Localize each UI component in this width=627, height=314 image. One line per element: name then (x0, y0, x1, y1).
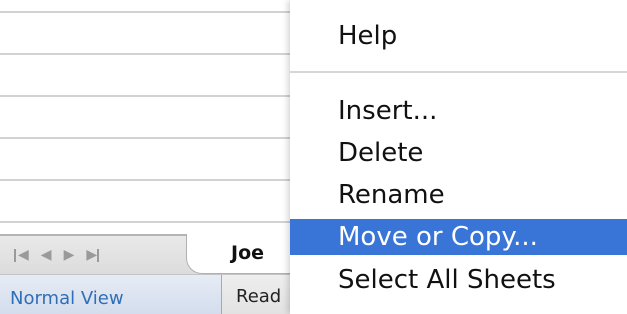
grid-row-line (0, 221, 290, 223)
first-sheet-icon[interactable]: ◀ (12, 248, 29, 262)
last-sheet-icon[interactable]: ▶ (86, 248, 101, 262)
menu-item-insert[interactable]: Insert... (290, 93, 627, 129)
normal-view-button[interactable]: Normal View (0, 275, 222, 314)
sheet-tab-bar: ◀ ◀ ▶ ▶ Joe (0, 234, 290, 274)
menu-item-help[interactable]: Help (290, 18, 627, 54)
grid-row-line (0, 137, 290, 139)
status-bar: Normal View Read (0, 274, 290, 314)
status-text: Read (236, 286, 282, 307)
grid-row-line (0, 11, 290, 13)
menu-item-delete[interactable]: Delete (290, 135, 627, 171)
menu-item-select-all-sheets[interactable]: Select All Sheets (290, 262, 627, 298)
sheet-navigation: ◀ ◀ ▶ ▶ (0, 236, 178, 274)
previous-sheet-icon[interactable]: ◀ (41, 248, 52, 262)
spreadsheet-grid[interactable] (0, 0, 290, 234)
menu-separator (290, 71, 627, 73)
menu-item-move-or-copy[interactable]: Move or Copy... (290, 219, 627, 255)
menu-item-rename[interactable]: Rename (290, 177, 627, 213)
grid-row-line (0, 53, 290, 55)
sheet-context-menu: Help Insert... Delete Rename Move or Cop… (290, 0, 627, 314)
sheet-tab-joe[interactable]: Joe (186, 234, 290, 274)
grid-row-line (0, 179, 290, 181)
grid-row-line (0, 95, 290, 97)
next-sheet-icon[interactable]: ▶ (64, 248, 75, 262)
